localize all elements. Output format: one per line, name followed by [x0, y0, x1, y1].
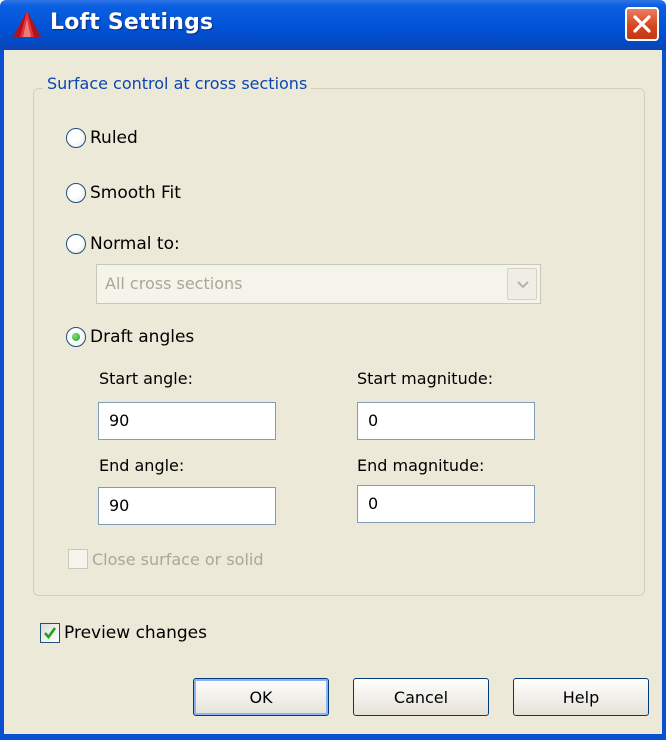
- radio-ruled[interactable]: Ruled: [66, 128, 138, 148]
- close-button[interactable]: [625, 7, 659, 41]
- group-legend: Surface control at cross sections: [43, 74, 312, 93]
- radio-circle[interactable]: [66, 128, 86, 148]
- end-magnitude-input[interactable]: 0: [357, 485, 535, 523]
- start-magnitude-input[interactable]: 0: [357, 402, 535, 440]
- cancel-button[interactable]: Cancel: [353, 678, 489, 716]
- loft-settings-dialog: Loft Settings Surface control at cross s…: [0, 0, 666, 740]
- checkbox-box[interactable]: [40, 623, 60, 643]
- radio-normal-to-label: Normal to:: [90, 234, 180, 254]
- preview-changes-checkbox[interactable]: Preview changes: [40, 623, 207, 643]
- help-button[interactable]: Help: [513, 678, 649, 716]
- close-surface-checkbox[interactable]: Close surface or solid: [68, 549, 264, 569]
- radio-ruled-label: Ruled: [90, 128, 138, 148]
- start-angle-label: Start angle:: [99, 369, 193, 388]
- title-bar[interactable]: Loft Settings: [0, 0, 666, 50]
- radio-selected-dot: [72, 333, 80, 341]
- end-angle-label: End angle:: [99, 456, 185, 475]
- window-frame-right: [662, 50, 666, 740]
- close-icon: [633, 15, 651, 33]
- start-angle-input[interactable]: 90: [98, 402, 276, 440]
- radio-circle-selected[interactable]: [66, 327, 86, 347]
- start-magnitude-label: Start magnitude:: [357, 369, 494, 388]
- radio-normal-to[interactable]: Normal to:: [66, 234, 180, 254]
- preview-changes-label: Preview changes: [64, 623, 207, 643]
- window-title: Loft Settings: [50, 10, 214, 35]
- end-angle-input[interactable]: 90: [98, 487, 276, 525]
- normal-to-select[interactable]: All cross sections: [96, 264, 541, 304]
- normal-to-select-value: All cross sections: [105, 274, 243, 293]
- ok-button[interactable]: OK: [193, 678, 329, 716]
- radio-draft-angles[interactable]: Draft angles: [66, 327, 194, 347]
- chevron-down-icon: [517, 281, 529, 289]
- dropdown-button[interactable]: [507, 268, 537, 300]
- radio-smooth-fit[interactable]: Smooth Fit: [66, 183, 181, 203]
- radio-circle[interactable]: [66, 183, 86, 203]
- checkmark-icon: [44, 627, 57, 640]
- autocad-app-icon: [12, 10, 42, 38]
- radio-draft-angles-label: Draft angles: [90, 327, 195, 347]
- close-surface-label: Close surface or solid: [92, 549, 264, 569]
- window-frame-bottom: [0, 734, 666, 740]
- radio-smooth-fit-label: Smooth Fit: [90, 183, 181, 203]
- checkbox-box[interactable]: [68, 549, 88, 569]
- end-magnitude-label: End magnitude:: [357, 456, 485, 475]
- radio-circle[interactable]: [66, 234, 86, 254]
